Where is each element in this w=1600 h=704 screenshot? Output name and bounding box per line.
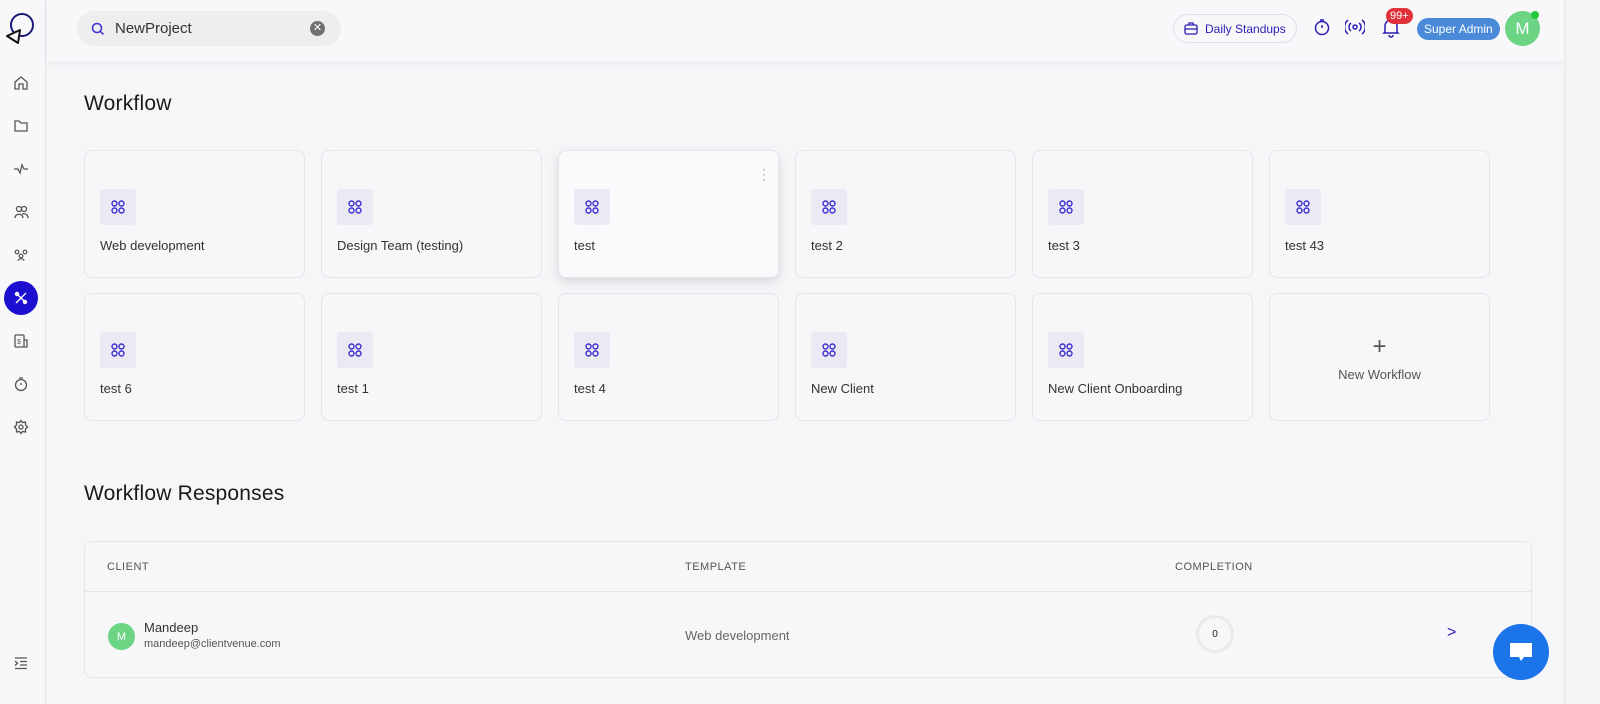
- workflow-card[interactable]: test 2: [795, 150, 1016, 278]
- workflow-name: New Client Onboarding: [1048, 381, 1183, 396]
- nav-billing-icon[interactable]: $: [4, 324, 38, 358]
- workflow-card[interactable]: test 4: [558, 293, 779, 421]
- search-input[interactable]: [115, 20, 295, 37]
- workflow-icon: [1048, 189, 1084, 225]
- nav-users-icon[interactable]: [4, 195, 38, 229]
- svg-text:$: $: [17, 339, 21, 346]
- chat-button[interactable]: [1493, 624, 1549, 680]
- workflow-name: Design Team (testing): [337, 238, 464, 253]
- workflow-icon: [100, 332, 136, 368]
- workflow-name: test 4: [574, 381, 606, 396]
- nav-timer-icon[interactable]: [4, 367, 38, 401]
- chevron-right-icon[interactable]: >: [1447, 624, 1456, 642]
- workflow-card[interactable]: New Client: [795, 293, 1016, 421]
- workflow-icon: [574, 332, 610, 368]
- workflow-icon: [100, 189, 136, 225]
- workflow-icon: [1048, 332, 1084, 368]
- nav-workflow-icon[interactable]: [4, 281, 38, 315]
- nav-settings-icon[interactable]: [4, 410, 38, 444]
- workflow-responses-title: Workflow Responses: [84, 482, 285, 505]
- client-avatar: M: [108, 623, 135, 650]
- workflow-name: New Client: [811, 381, 874, 396]
- chat-icon: [1510, 643, 1532, 661]
- workflow-icon: [1285, 189, 1321, 225]
- workflow-name: test 43: [1285, 238, 1325, 253]
- notification-badge: 99+: [1386, 8, 1413, 24]
- workflow-name: test 3: [1048, 238, 1080, 253]
- table-row[interactable]: M Mandeep mandeep@clientvenue.com Web de…: [85, 592, 1531, 677]
- new-workflow-button[interactable]: + New Workflow: [1269, 293, 1490, 421]
- plus-icon: +: [1372, 332, 1387, 360]
- daily-standups-button[interactable]: Daily Standups: [1173, 14, 1297, 43]
- nav-activity-icon[interactable]: [4, 152, 38, 186]
- briefcase-icon: [1184, 22, 1198, 35]
- workflow-card[interactable]: test · · ·: [558, 150, 779, 278]
- workflow-card[interactable]: test 3: [1032, 150, 1253, 278]
- workflow-card[interactable]: Design Team (testing): [321, 150, 542, 278]
- table-header: CLIENT TEMPLATE COMPLETION: [85, 542, 1531, 592]
- workflow-responses-table: CLIENT TEMPLATE COMPLETION M Mandeep man…: [84, 541, 1532, 678]
- nav-home-icon[interactable]: [4, 66, 38, 100]
- workflow-card[interactable]: New Client Onboarding: [1032, 293, 1253, 421]
- workflow-name: test 2: [811, 238, 843, 253]
- workflow-icon: [337, 189, 373, 225]
- workflow-name: test 6: [100, 381, 132, 396]
- workflow-grid: Web development Design Team (testing) test…: [84, 150, 1490, 421]
- nav-team-icon[interactable]: [4, 238, 38, 272]
- workflow-card[interactable]: Web development: [84, 150, 305, 278]
- broadcast-icon[interactable]: [1345, 18, 1365, 36]
- workflow-icon: [811, 189, 847, 225]
- new-workflow-label: New Workflow: [1338, 366, 1421, 382]
- top-bar: ✕ Daily Standups 99+ Super Admin M: [47, 0, 1564, 62]
- workflow-icon: [811, 332, 847, 368]
- daily-standups-label: Daily Standups: [1205, 21, 1286, 36]
- scrollbar[interactable]: [1564, 0, 1600, 704]
- logo-icon[interactable]: [4, 10, 36, 49]
- column-completion: COMPLETION: [1175, 561, 1253, 573]
- client-email: mandeep@clientvenue.com: [144, 638, 281, 650]
- workflow-card[interactable]: test 43: [1269, 150, 1490, 278]
- workflow-icon: [574, 189, 610, 225]
- role-badge[interactable]: Super Admin: [1417, 18, 1500, 40]
- search-icon: [91, 22, 105, 35]
- nav-folder-icon[interactable]: [4, 109, 38, 143]
- column-template: TEMPLATE: [685, 561, 747, 573]
- more-options-icon[interactable]: · · ·: [762, 163, 766, 185]
- workflow-title: Workflow: [84, 92, 172, 115]
- online-status-dot: [1531, 11, 1539, 19]
- template-name: Web development: [685, 628, 790, 643]
- workflow-card[interactable]: test 6: [84, 293, 305, 421]
- search-bar[interactable]: ✕: [77, 11, 341, 46]
- workflow-card[interactable]: test 1: [321, 293, 542, 421]
- client-name: Mandeep: [144, 620, 199, 635]
- workflow-icon: [337, 332, 373, 368]
- column-client: CLIENT: [107, 561, 150, 573]
- clear-search-icon[interactable]: ✕: [310, 21, 325, 36]
- collapse-sidebar-icon[interactable]: [4, 646, 38, 680]
- completion-ring: 0: [1196, 615, 1234, 653]
- timer-icon[interactable]: [1313, 18, 1331, 36]
- sidebar: $: [0, 0, 46, 704]
- workflow-name: Web development: [100, 238, 205, 253]
- workflow-name: test 1: [337, 381, 369, 396]
- workflow-name: test: [574, 238, 595, 253]
